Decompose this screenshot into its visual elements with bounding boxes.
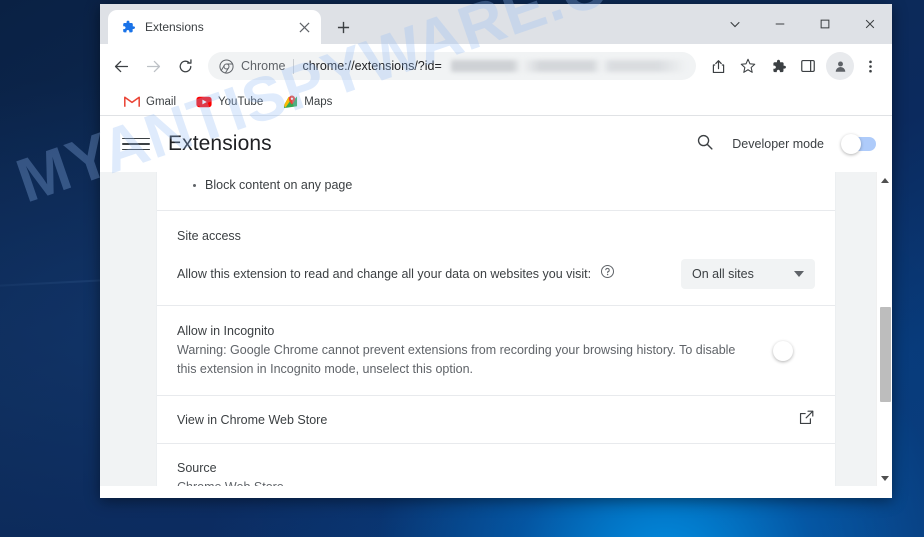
minimize-button[interactable] bbox=[757, 7, 802, 41]
reload-button[interactable] bbox=[170, 51, 200, 81]
incognito-title: Allow in Incognito bbox=[177, 324, 275, 338]
developer-mode-toggle[interactable] bbox=[841, 134, 876, 154]
site-access-dropdown[interactable]: On all sites bbox=[681, 259, 815, 289]
forward-arrow-icon bbox=[146, 60, 160, 72]
bookmark-maps[interactable]: Maps bbox=[275, 92, 340, 112]
hamburger-menu-icon[interactable] bbox=[122, 130, 150, 158]
chevron-down-icon bbox=[729, 21, 740, 28]
page-title: Extensions bbox=[168, 132, 272, 155]
scroll-down-arrow-icon[interactable] bbox=[877, 470, 892, 486]
bookmark-button[interactable] bbox=[734, 52, 762, 80]
toggle-knob bbox=[773, 341, 793, 361]
profile-button[interactable] bbox=[826, 52, 854, 80]
incognito-warning-line1: Warning: Google Chrome cannot prevent ex… bbox=[177, 343, 736, 357]
chrome-chip-label: Chrome bbox=[241, 59, 286, 73]
site-access-section: Site access Allow this extension to read… bbox=[157, 211, 835, 306]
browser-menu-button[interactable] bbox=[856, 52, 884, 80]
side-panel-icon bbox=[801, 59, 815, 73]
back-button[interactable] bbox=[106, 51, 136, 81]
permission-bullet-item: Block content on any page bbox=[177, 172, 815, 198]
scrollbar-thumb[interactable] bbox=[880, 307, 891, 402]
toggle-knob bbox=[841, 134, 861, 154]
permission-text: Block content on any page bbox=[205, 178, 353, 192]
scroll-up-arrow-icon[interactable] bbox=[877, 172, 892, 188]
omnibox-divider bbox=[293, 58, 295, 74]
tab-close-icon[interactable] bbox=[295, 18, 313, 36]
close-window-button[interactable] bbox=[847, 7, 892, 41]
redacted-extension-id bbox=[450, 60, 686, 72]
bookmark-gmail[interactable]: Gmail bbox=[116, 92, 184, 111]
extension-detail-card: Block content on any page Site access Al… bbox=[156, 172, 836, 486]
source-heading: Source bbox=[177, 461, 217, 475]
extensions-page-header: Extensions Developer mode bbox=[100, 116, 892, 172]
bookmark-youtube[interactable]: YouTube bbox=[188, 93, 271, 111]
side-panel-button[interactable] bbox=[794, 52, 822, 80]
bookmark-label: Maps bbox=[304, 95, 333, 108]
browser-toolbar: Chrome chrome://extensions/?id= bbox=[100, 44, 892, 88]
forward-button[interactable] bbox=[138, 51, 168, 81]
view-in-web-store-label: View in Chrome Web Store bbox=[177, 412, 328, 427]
site-access-control-row: Allow this extension to read and change … bbox=[177, 243, 815, 289]
vertical-scrollbar[interactable] bbox=[876, 172, 892, 486]
extensions-button[interactable] bbox=[764, 52, 792, 80]
close-icon bbox=[865, 19, 874, 29]
developer-mode-label: Developer mode bbox=[732, 137, 824, 151]
source-value: Chrome Web Store bbox=[177, 480, 815, 486]
puzzle-piece-icon bbox=[772, 59, 786, 72]
bullet-icon bbox=[193, 183, 196, 187]
google-maps-icon bbox=[284, 95, 298, 108]
incognito-text-block: Allow in Incognito Warning: Google Chrom… bbox=[177, 322, 762, 379]
incognito-toggle-wrapper bbox=[762, 322, 793, 361]
back-arrow-icon bbox=[114, 60, 128, 72]
header-actions: Developer mode bbox=[696, 133, 876, 156]
url-text: chrome://extensions/?id= bbox=[302, 59, 442, 73]
bookmarks-bar: Gmail YouTube Maps bbox=[100, 88, 892, 116]
source-section: Source Chrome Web Store bbox=[157, 444, 835, 486]
site-access-selected-value: On all sites bbox=[692, 267, 754, 281]
incognito-section: Allow in Incognito Warning: Google Chrom… bbox=[157, 306, 835, 396]
window-controls bbox=[712, 4, 892, 44]
minimize-icon bbox=[775, 23, 784, 25]
site-access-description: Allow this extension to read and change … bbox=[177, 267, 592, 281]
site-access-heading: Site access bbox=[177, 229, 241, 243]
maximize-button[interactable] bbox=[802, 7, 847, 41]
browser-window: Extensions Chrome chrome://extensions/?i… bbox=[100, 4, 892, 498]
chrome-logo-icon bbox=[219, 58, 234, 74]
extension-detail-scroll-area: Block content on any page Site access Al… bbox=[100, 172, 892, 486]
reload-icon bbox=[179, 58, 192, 72]
external-link-icon[interactable] bbox=[798, 409, 815, 431]
bookmark-label: YouTube bbox=[218, 95, 264, 108]
share-icon bbox=[712, 59, 724, 73]
address-bar[interactable]: Chrome chrome://extensions/?id= bbox=[208, 52, 696, 80]
tab-strip: Extensions bbox=[100, 4, 892, 44]
puzzle-piece-icon bbox=[123, 20, 135, 33]
share-button[interactable] bbox=[704, 52, 732, 80]
chevron-down-icon bbox=[794, 271, 804, 277]
search-icon[interactable] bbox=[696, 133, 714, 156]
incognito-warning-line2: this extension in Incognito mode, unsele… bbox=[177, 362, 474, 376]
star-icon bbox=[740, 58, 756, 73]
avatar-icon bbox=[835, 60, 845, 72]
bookmark-label: Gmail bbox=[146, 95, 177, 108]
desktop-background: MYANTISPYWARE.COM Extensions bbox=[0, 0, 924, 537]
help-circle-icon[interactable] bbox=[600, 264, 615, 284]
permissions-section: Block content on any page bbox=[157, 172, 835, 211]
gmail-icon bbox=[124, 96, 140, 107]
youtube-icon bbox=[196, 96, 212, 107]
tab-title: Extensions bbox=[145, 20, 204, 34]
browser-tab-extensions[interactable]: Extensions bbox=[108, 10, 321, 44]
maximize-icon bbox=[820, 19, 829, 29]
tab-search-button[interactable] bbox=[712, 7, 757, 41]
view-in-web-store-row[interactable]: View in Chrome Web Store bbox=[157, 396, 835, 444]
chrome-origin-chip: Chrome bbox=[219, 58, 286, 74]
three-dot-menu-icon bbox=[868, 60, 872, 72]
new-tab-button[interactable] bbox=[329, 13, 357, 41]
plus-icon bbox=[337, 21, 349, 33]
